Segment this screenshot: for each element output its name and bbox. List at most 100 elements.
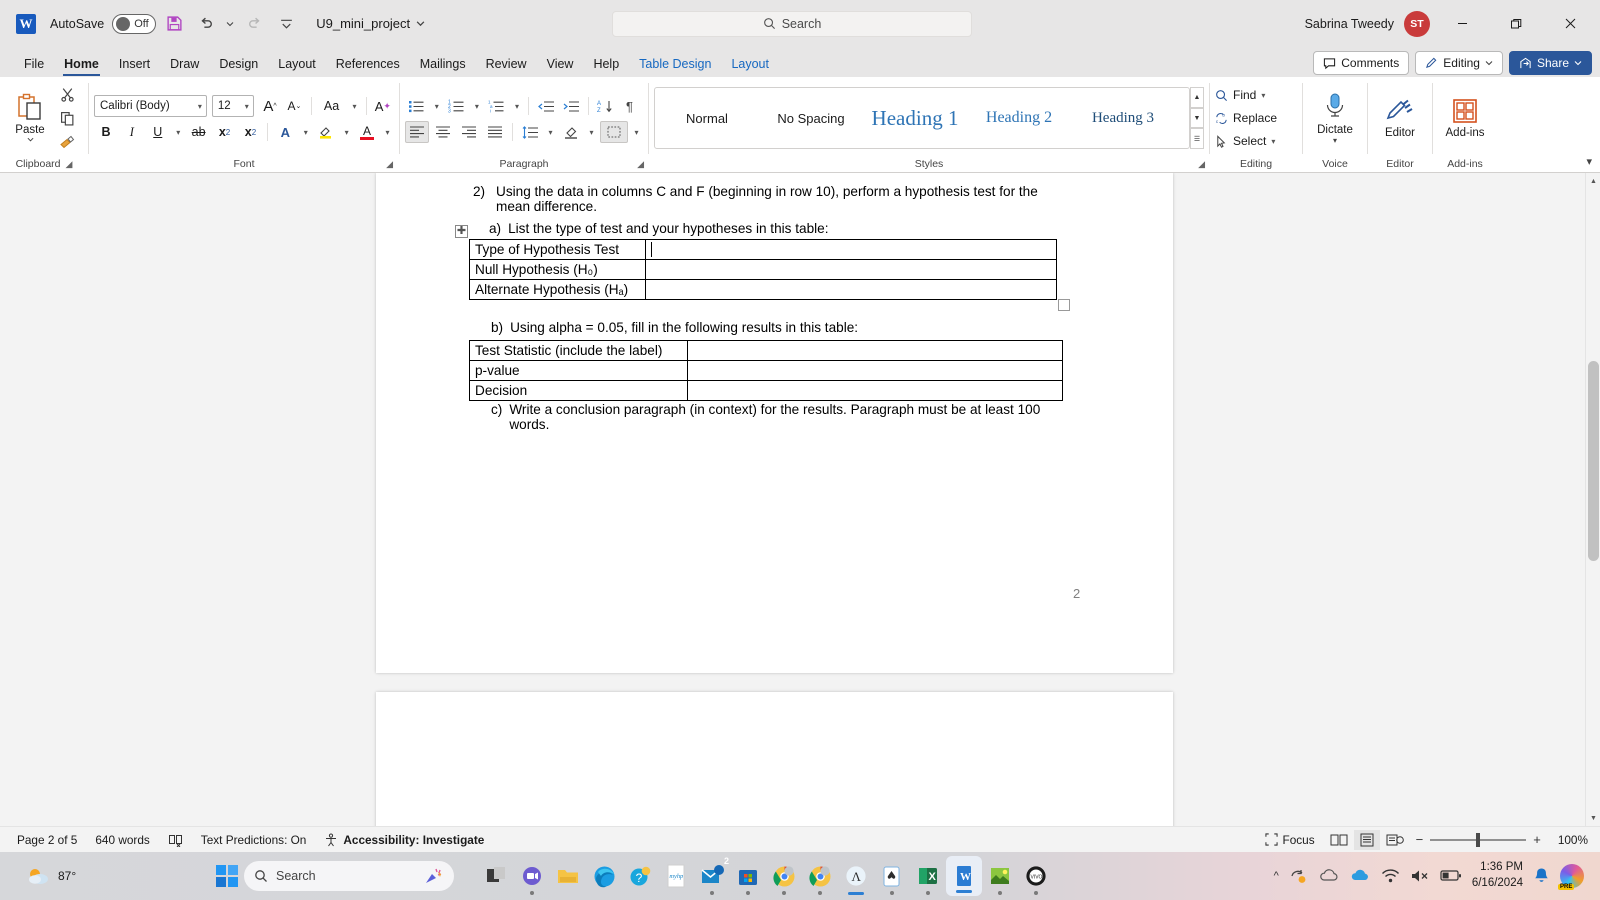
line-spacing-button[interactable] xyxy=(518,121,542,143)
table-a-value-1[interactable] xyxy=(645,259,1057,280)
editor-button[interactable]: Editor xyxy=(1373,97,1427,139)
font-color-dropdown-icon[interactable]: ▾ xyxy=(381,121,394,143)
taskbar-chrome-1[interactable] xyxy=(766,854,802,898)
style-no-spacing[interactable]: No Spacing xyxy=(759,90,863,146)
zoom-track[interactable] xyxy=(1430,832,1527,847)
change-case-button[interactable]: Aa xyxy=(317,95,347,117)
numbering-dropdown-icon[interactable]: ▾ xyxy=(471,95,484,117)
justify-button[interactable] xyxy=(483,121,507,143)
scroll-up-icon[interactable]: ▲ xyxy=(1586,173,1600,189)
taskbar-teams[interactable] xyxy=(514,854,550,898)
wifi-icon[interactable] xyxy=(1381,868,1400,884)
underline-dropdown-icon[interactable]: ▾ xyxy=(172,121,185,143)
document-canvas[interactable]: 2) Using the data in columns C and F (be… xyxy=(0,173,1600,826)
text-predictions-status[interactable]: Text Predictions: On xyxy=(192,833,316,847)
zoom-thumb[interactable] xyxy=(1476,832,1481,847)
table-b-value-1[interactable] xyxy=(687,360,1063,381)
chevron-down-icon[interactable]: ▾ xyxy=(1261,91,1265,100)
style-normal[interactable]: Normal xyxy=(655,90,759,146)
table-row[interactable]: Alternate Hypothesis (Hₐ) xyxy=(469,279,1057,300)
zoom-level[interactable]: 100% xyxy=(1549,833,1592,847)
align-center-button[interactable] xyxy=(431,121,455,143)
line-spacing-dropdown-icon[interactable]: ▾ xyxy=(544,121,557,143)
word-count[interactable]: 640 words xyxy=(86,833,158,847)
table-row[interactable]: Decision xyxy=(469,380,1063,401)
taskbar-myhp[interactable]: myhp xyxy=(658,854,694,898)
zoom-slider[interactable]: − + xyxy=(1410,832,1547,847)
styles-dialog-launcher[interactable]: ◢ xyxy=(1198,156,1205,172)
align-right-button[interactable] xyxy=(457,121,481,143)
increase-indent-button[interactable] xyxy=(560,95,583,117)
multilevel-dropdown-icon[interactable]: ▾ xyxy=(511,95,524,117)
style-heading-1[interactable]: Heading 1 xyxy=(863,90,967,146)
read-mode-button[interactable] xyxy=(1326,830,1352,850)
table-b-value-2[interactable] xyxy=(687,380,1063,401)
undo-icon[interactable] xyxy=(192,10,220,38)
table-resize-handle[interactable] xyxy=(1058,299,1070,311)
chevron-down-icon[interactable]: ▾ xyxy=(1271,137,1275,146)
start-button[interactable] xyxy=(216,865,238,887)
share-button[interactable]: Share xyxy=(1508,51,1592,75)
align-left-button[interactable] xyxy=(405,121,429,143)
show-formatting-marks-button[interactable]: ¶ xyxy=(620,95,643,117)
tab-draw[interactable]: Draw xyxy=(160,53,209,77)
select-button[interactable]: Select ▾ xyxy=(1215,131,1297,151)
numbering-button[interactable]: 123 xyxy=(445,95,468,117)
onedrive-personal-icon[interactable] xyxy=(1319,868,1340,884)
bold-button[interactable]: B xyxy=(94,121,118,143)
shading-dropdown-icon[interactable]: ▾ xyxy=(585,121,598,143)
tab-review[interactable]: Review xyxy=(476,53,537,77)
customize-quick-access-icon[interactable] xyxy=(272,10,300,38)
taskbar-chrome-2[interactable] xyxy=(802,854,838,898)
highlight-dropdown-icon[interactable]: ▾ xyxy=(340,121,353,143)
clear-formatting-button[interactable]: A ✦ xyxy=(372,95,394,117)
onedrive-sync-icon[interactable] xyxy=(1289,867,1309,885)
document-title[interactable]: U9_mini_project xyxy=(316,16,425,31)
dictate-button[interactable]: Dictate ▾ xyxy=(1308,92,1362,145)
chevron-down-icon[interactable]: ▾ xyxy=(1333,136,1337,145)
paragraph-dialog-launcher[interactable]: ◢ xyxy=(637,156,644,172)
taskbar-search-input[interactable]: Search xyxy=(244,861,454,891)
decrease-indent-button[interactable] xyxy=(534,95,557,117)
multilevel-list-button[interactable]: 1ai xyxy=(485,95,508,117)
font-dialog-launcher[interactable]: ◢ xyxy=(386,156,393,172)
page-indicator[interactable]: Page 2 of 5 xyxy=(8,833,86,847)
styles-more-icon[interactable]: ☰ xyxy=(1190,128,1204,150)
change-case-dropdown-icon[interactable]: ▾ xyxy=(348,95,360,117)
taskbar-solitaire[interactable] xyxy=(874,854,910,898)
restore-button[interactable] xyxy=(1494,8,1538,40)
vertical-scrollbar[interactable]: ▲ ▼ xyxy=(1585,173,1600,826)
taskbar-microsoft-store[interactable] xyxy=(730,854,766,898)
addins-button[interactable]: Add-ins xyxy=(1438,97,1492,139)
scrollbar-thumb[interactable] xyxy=(1588,361,1599,561)
cut-icon[interactable] xyxy=(55,83,79,105)
italic-button[interactable]: I xyxy=(120,121,144,143)
proofing-status[interactable] xyxy=(159,833,192,847)
underline-button[interactable]: U xyxy=(146,121,170,143)
table-row[interactable]: p-value xyxy=(469,360,1063,381)
strikethrough-button[interactable]: ab xyxy=(187,121,211,143)
weather-widget[interactable]: 87° xyxy=(8,865,76,887)
tab-help[interactable]: Help xyxy=(583,53,629,77)
sort-button[interactable]: AZ xyxy=(594,95,617,117)
tab-layout[interactable]: Layout xyxy=(268,53,326,77)
font-size-combo[interactable]: 12 ▾ xyxy=(211,95,254,117)
print-layout-button[interactable] xyxy=(1353,829,1380,850)
redo-icon[interactable] xyxy=(240,10,268,38)
clipboard-dialog-launcher[interactable]: ◢ xyxy=(66,156,73,172)
hypothesis-table[interactable]: Type of Hypothesis Test Null Hypothesis … xyxy=(469,239,1057,300)
shrink-font-button[interactable]: A ⌄ xyxy=(283,95,305,117)
taskbar-game[interactable]: VIVO xyxy=(1018,854,1054,898)
borders-button[interactable] xyxy=(600,121,628,143)
text-effects-dropdown-icon[interactable]: ▾ xyxy=(299,121,312,143)
bullets-dropdown-icon[interactable]: ▾ xyxy=(430,95,443,117)
tab-design[interactable]: Design xyxy=(209,53,268,77)
tab-mailings[interactable]: Mailings xyxy=(410,53,476,77)
tab-references[interactable]: References xyxy=(326,53,410,77)
text-effects-button[interactable]: A xyxy=(273,121,297,143)
focus-button[interactable]: Focus xyxy=(1256,833,1324,847)
style-heading-2[interactable]: Heading 2 xyxy=(967,90,1071,146)
results-table[interactable]: Test Statistic (include the label) p-val… xyxy=(469,340,1063,401)
taskbar-photos[interactable] xyxy=(982,854,1018,898)
taskbar-acrobat[interactable]: Λ xyxy=(838,854,874,898)
